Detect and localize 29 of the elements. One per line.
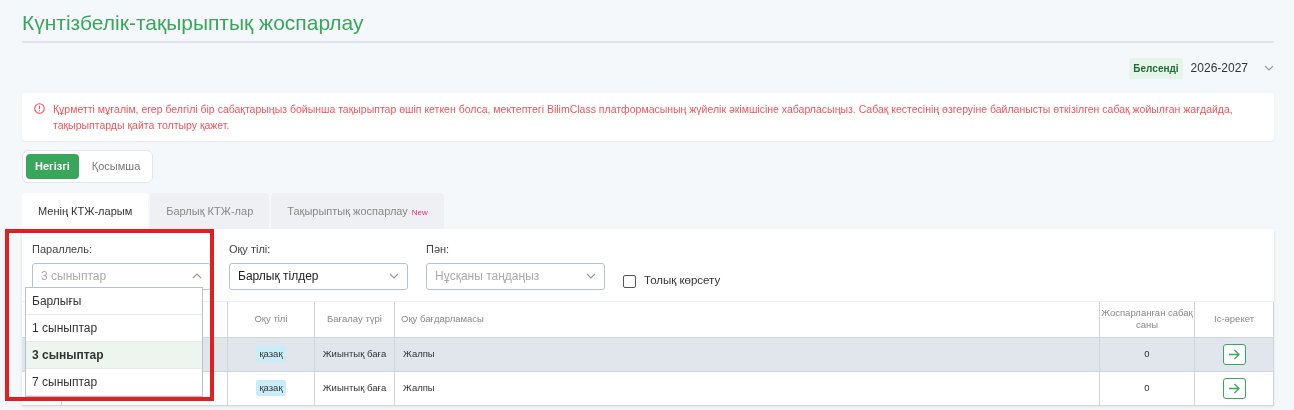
dropdown-option[interactable]: 7 сыныптар — [26, 369, 202, 397]
table-cell: Жалпы — [395, 337, 1100, 372]
column-header: Оқу бағдарламасы — [395, 301, 1100, 338]
select-field[interactable]: Барлық тілдер — [229, 262, 408, 290]
field-label: Пән: — [426, 242, 451, 258]
language-tag: қазақ — [256, 346, 286, 363]
column-header: Оқу тілі — [228, 301, 315, 338]
dropdown-option[interactable]: 3 сыныптар — [26, 342, 202, 370]
table-cell: 0 — [1100, 337, 1195, 372]
table-cell: 0 — [1100, 371, 1195, 406]
tab[interactable]: Тақырыптық жоспарлау New — [271, 192, 444, 230]
field-label: Оқу тілі: — [229, 242, 272, 258]
table-cell: Жалпы — [395, 371, 1100, 406]
segment-button[interactable]: Қосымша — [82, 154, 150, 179]
tab[interactable]: Менің КТЖ-ларым — [22, 192, 149, 230]
page-title: Күнтізбелік-тақырыптық жоспарлау — [22, 0, 1274, 44]
new-label: New — [411, 207, 428, 217]
field-label: Параллель: — [32, 242, 94, 258]
status-badge: Белсенді — [1129, 57, 1183, 79]
year-select[interactable]: 2026-2027 — [1190, 59, 1274, 78]
column-header: Жоспарланған сабақ саны — [1100, 301, 1195, 338]
dropdown-option[interactable]: Барлығы — [26, 288, 202, 316]
column-header: Бағалау түрі — [315, 301, 395, 338]
table-cell: Жиынтық баға — [315, 337, 395, 372]
checkbox-label: Толық көрсету — [644, 273, 721, 289]
language-tag: қазақ — [256, 380, 286, 397]
alert-message: Құрметті мұғалім, егер белгілі бір сабақтарыңыз бойынша тақырыптар өшіп кеткен болса, мектептегі BilimClass платформасының жүйелік әкімшісіне хабарласыңыз. Сабақ кестесінің өзгеруіне байланысты өткізілген сабақ жойылған жағдайда, тақырыптарды қайта толтыру қажет. — [53, 102, 1234, 134]
column-header: Іс-әрекет — [1195, 301, 1274, 338]
table-cell: Жиынтық баға — [315, 371, 395, 406]
